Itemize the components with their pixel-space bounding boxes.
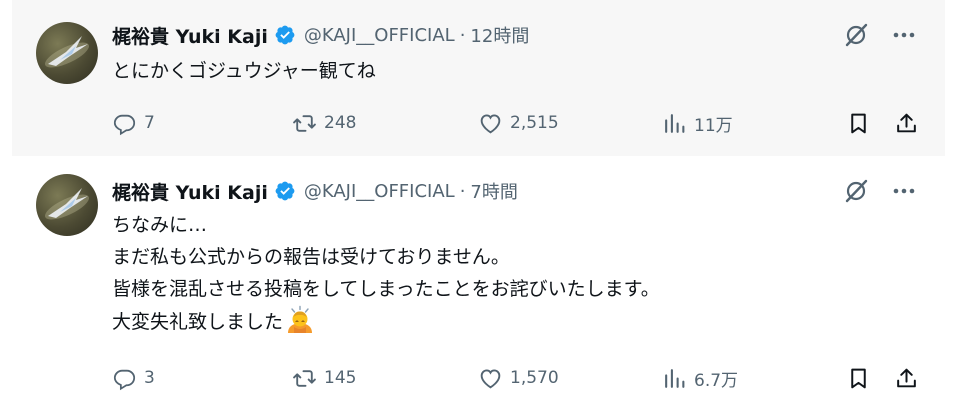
tweet-text-line: とにかくゴジュウジャー観てね bbox=[112, 60, 376, 82]
tweet-text-line: 大変失礼致しました bbox=[112, 311, 284, 333]
avatar[interactable] bbox=[36, 174, 98, 236]
retweet-count: 145 bbox=[324, 368, 357, 388]
tweet-text-line: 皆様を混乱させる投稿をしてしまったことをお詫びいたします。 bbox=[112, 278, 660, 300]
like-button[interactable]: 1,570 bbox=[478, 363, 559, 393]
like-button[interactable]: 2,515 bbox=[478, 108, 559, 138]
views-icon bbox=[665, 368, 685, 388]
tweet-text-line-last: 大変失礼致しました bbox=[112, 305, 660, 338]
views-count: 11万 bbox=[694, 115, 733, 136]
tweet-text-line: ちなみに… bbox=[112, 214, 208, 236]
views-button[interactable]: 11万 bbox=[662, 108, 733, 138]
avatar[interactable] bbox=[36, 22, 98, 84]
author-name[interactable]: 梶裕貴 Yuki Kaji bbox=[112, 178, 268, 205]
author-name[interactable]: 梶裕貴 Yuki Kaji bbox=[112, 22, 268, 49]
retweet-icon bbox=[293, 114, 316, 132]
views-button[interactable]: 6.7万 bbox=[662, 363, 738, 393]
retweet-icon bbox=[293, 369, 316, 387]
more-icon[interactable] bbox=[891, 178, 917, 204]
header-actions bbox=[843, 22, 917, 48]
header-actions bbox=[843, 178, 917, 204]
reply-icon bbox=[113, 369, 136, 390]
bookmark-icon bbox=[851, 113, 866, 133]
views-count: 6.7万 bbox=[694, 370, 739, 391]
tweet-text-line: まだ私も公式からの報告は受けておりません。 bbox=[112, 246, 510, 268]
reply-count: 7 bbox=[144, 113, 155, 133]
timestamp[interactable]: 7時間 bbox=[470, 178, 517, 204]
reply-button[interactable]: 7 bbox=[112, 108, 155, 138]
retweet-button[interactable]: 248 bbox=[292, 108, 356, 138]
reply-count: 3 bbox=[144, 368, 155, 388]
author-handle[interactable]: @KAJI__OFFICIAL bbox=[304, 181, 455, 202]
reply-button[interactable]: 3 bbox=[112, 363, 155, 393]
share-button[interactable] bbox=[894, 363, 919, 393]
verified-badge-icon bbox=[275, 181, 295, 201]
bookmark-icon bbox=[851, 368, 866, 388]
like-count: 2,515 bbox=[510, 113, 559, 133]
tweet-header: 梶裕貴 Yuki Kaji @KAJI__OFFICIAL · 12時間 bbox=[112, 21, 529, 49]
grok-icon[interactable] bbox=[843, 178, 869, 204]
like-count: 1,570 bbox=[510, 368, 559, 388]
tweet-header: 梶裕貴 Yuki Kaji @KAJI__OFFICIAL · 7時間 bbox=[112, 177, 518, 205]
like-icon bbox=[480, 114, 501, 133]
like-icon bbox=[480, 369, 501, 388]
tweet-text: ちなみに… まだ私も公式からの報告は受けておりません。 皆様を混乱させる投稿をし… bbox=[112, 209, 660, 338]
share-icon bbox=[897, 368, 916, 387]
reply-icon bbox=[113, 114, 136, 135]
tweet-actions: 3 145 1,570 6.7万 bbox=[12, 363, 945, 393]
retweet-button[interactable]: 145 bbox=[292, 363, 356, 393]
retweet-count: 248 bbox=[324, 113, 357, 133]
author-handle[interactable]: @KAJI__OFFICIAL bbox=[304, 25, 455, 46]
tweet-thread: 梶裕貴 Yuki Kaji @KAJI__OFFICIAL · 12時間 とにか… bbox=[0, 0, 955, 406]
separator-dot: · bbox=[459, 180, 466, 202]
views-icon bbox=[665, 113, 685, 133]
bookmark-button[interactable] bbox=[846, 363, 871, 393]
tweet[interactable]: 梶裕貴 Yuki Kaji @KAJI__OFFICIAL · 12時間 とにか… bbox=[12, 0, 945, 156]
more-icon[interactable] bbox=[891, 22, 917, 48]
separator-dot: · bbox=[459, 24, 466, 46]
bowing-person-emoji bbox=[288, 305, 313, 333]
verified-badge-icon bbox=[275, 25, 295, 45]
share-icon bbox=[897, 113, 916, 132]
share-button[interactable] bbox=[894, 108, 919, 138]
bookmark-button[interactable] bbox=[846, 108, 871, 138]
tweet-actions: 7 248 2,515 11万 bbox=[12, 108, 945, 138]
timestamp[interactable]: 12時間 bbox=[470, 22, 529, 48]
tweet[interactable]: 梶裕貴 Yuki Kaji @KAJI__OFFICIAL · 7時間 ちなみに… bbox=[12, 156, 945, 406]
tweet-text: とにかくゴジュウジャー観てね bbox=[112, 55, 376, 87]
grok-icon[interactable] bbox=[843, 22, 869, 48]
